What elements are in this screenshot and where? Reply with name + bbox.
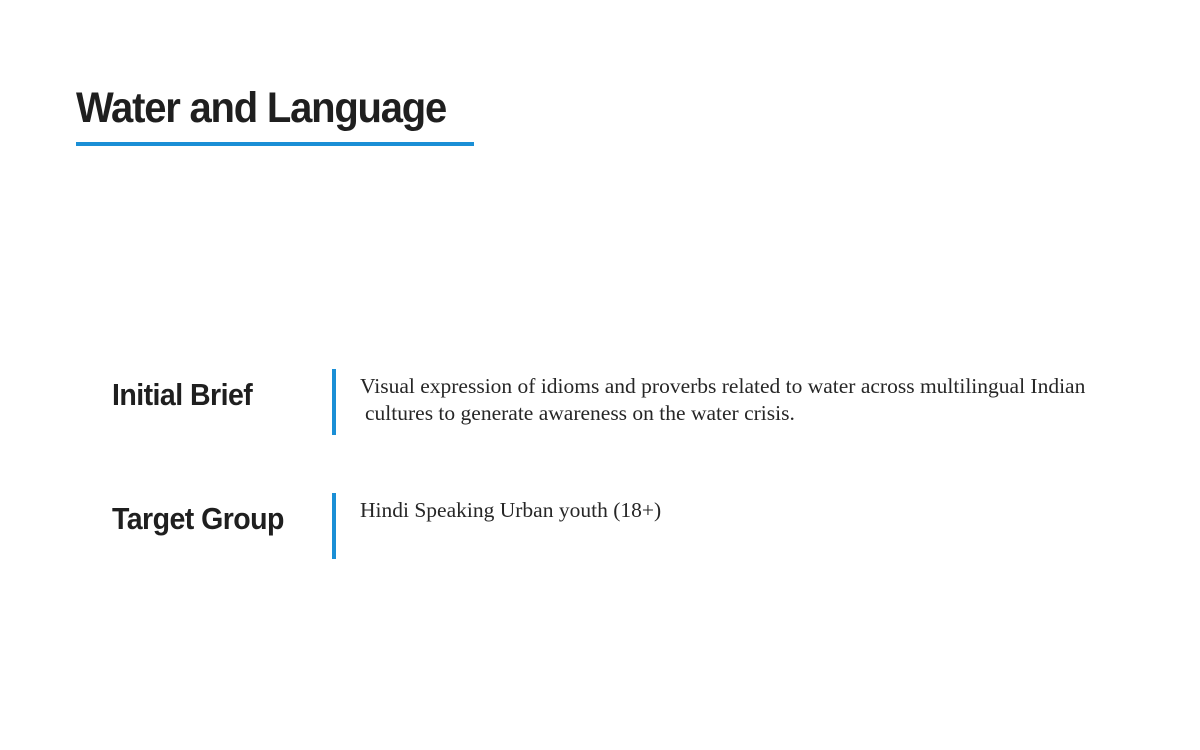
target-group-text: Hindi Speaking Urban youth (18+) [360, 497, 1150, 524]
title-underline [76, 142, 474, 146]
target-group-text-line: Hindi Speaking Urban youth (18+) [360, 498, 662, 522]
section-target-group: Target Group Hindi Speaking Urban youth … [112, 493, 1152, 559]
target-group-label: Target Group [112, 501, 284, 536]
title-block: Water and Language [76, 80, 474, 146]
initial-brief-label: Initial Brief [112, 377, 253, 412]
section-initial-brief: Initial Brief Visual expression of idiom… [112, 369, 1152, 435]
target-group-divider [332, 493, 336, 559]
initial-brief-divider [332, 369, 336, 435]
initial-brief-text-line: cultures to generate awareness on the wa… [365, 401, 795, 425]
initial-brief-text-line: Visual expression of idioms and proverbs… [360, 374, 1086, 398]
page-title: Water and Language [76, 84, 447, 132]
initial-brief-text: Visual expression of idioms and proverbs… [360, 373, 1150, 427]
